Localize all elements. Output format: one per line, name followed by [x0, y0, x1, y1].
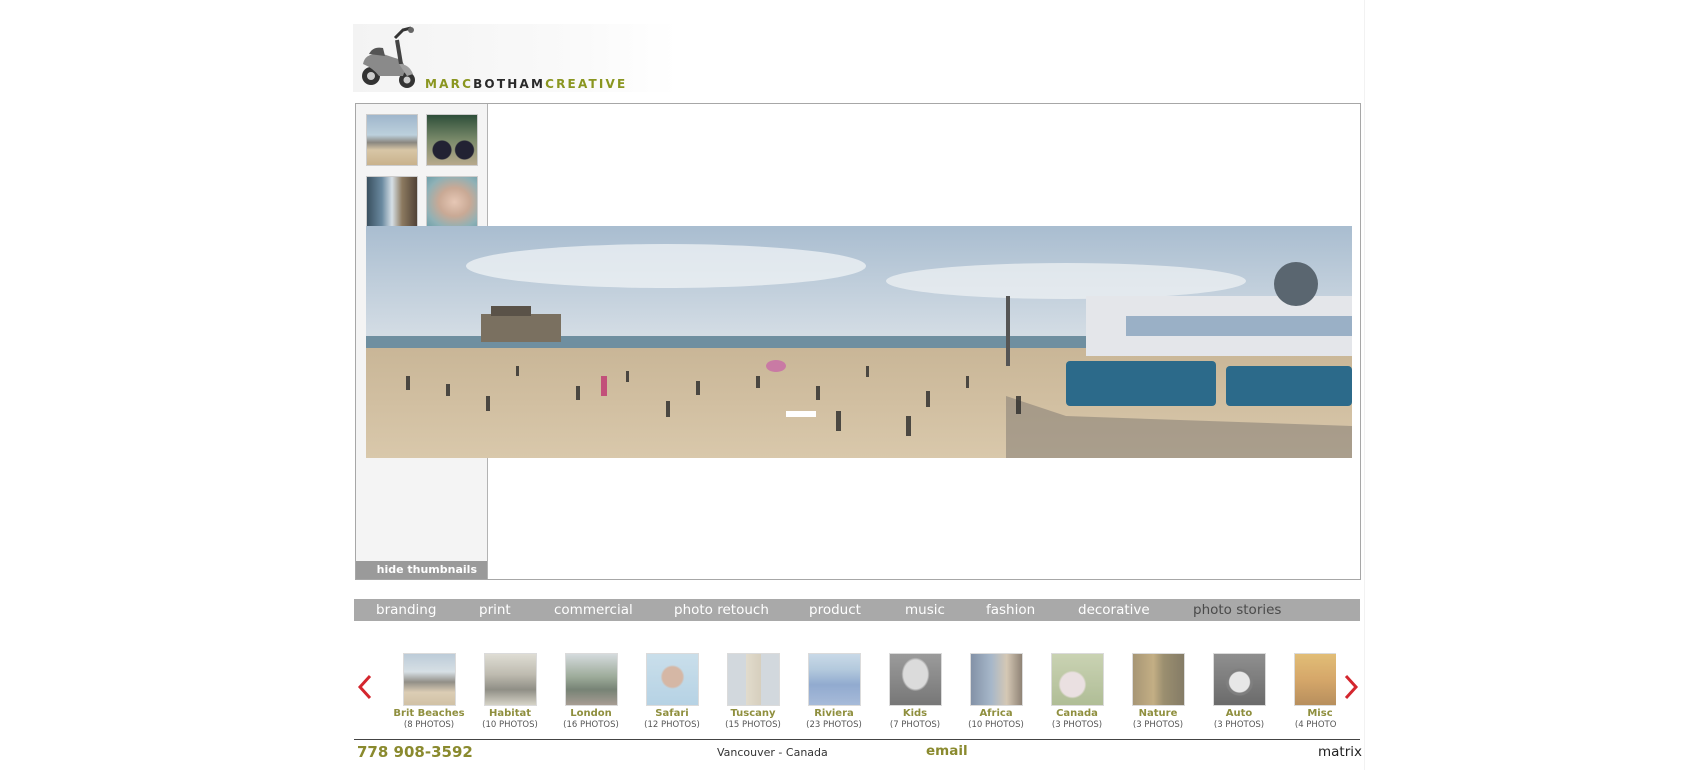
- album-count: (3 PHOTOS): [1132, 720, 1184, 730]
- album-name: London: [570, 708, 612, 719]
- album-thumbnail: [402, 653, 456, 706]
- album-thumbnail: [645, 653, 699, 706]
- logo-word-botham: BOTHAM: [473, 77, 546, 91]
- main-photo: [366, 226, 1352, 458]
- album-thumbnail: [1050, 653, 1104, 706]
- album-thumbnail: [483, 653, 537, 706]
- album-name: Africa: [979, 708, 1013, 719]
- logo-word-marc: MARC: [425, 77, 474, 91]
- album-africa[interactable]: Africa (10 PHOTOS): [955, 653, 1037, 730]
- album-thumbnail: [726, 653, 780, 706]
- album-thumbnail: [1293, 653, 1336, 706]
- album-riviera[interactable]: Riviera (23 PHOTOS): [793, 653, 875, 730]
- album-name: Tuscany: [730, 708, 776, 719]
- location-text: Vancouver - Canada: [717, 746, 828, 759]
- album-thumbnail: [1212, 653, 1266, 706]
- album-thumbnail: [807, 653, 861, 706]
- album-name: Canada: [1056, 708, 1098, 719]
- album-canada[interactable]: Canada (3 PHOTOS): [1036, 653, 1118, 730]
- matrix-link[interactable]: matrix: [1318, 744, 1362, 760]
- footer-divider: [354, 739, 1360, 740]
- logo-word-creative: CREATIVE: [545, 77, 628, 91]
- album-habitat[interactable]: Habitat (10 PHOTOS): [469, 653, 551, 730]
- nav-print[interactable]: print: [479, 599, 511, 621]
- logo-wordmark: MARCBOTHAMCREATIVE: [425, 77, 627, 91]
- album-name: Misc: [1307, 708, 1333, 719]
- category-navbar: branding print commercial photo retouch …: [354, 599, 1360, 621]
- album-count: (10 PHOTOS): [968, 720, 1024, 730]
- album-thumbnail: [969, 653, 1023, 706]
- album-thumbnail: [888, 653, 942, 706]
- album-count: (23 PHOTOS): [806, 720, 862, 730]
- album-name: Riviera: [814, 708, 854, 719]
- album-safari[interactable]: Safari (12 PHOTOS): [631, 653, 713, 730]
- album-count: (12 PHOTOS): [644, 720, 700, 730]
- album-london[interactable]: London (16 PHOTOS): [550, 653, 632, 730]
- album-name: Nature: [1138, 708, 1178, 719]
- thumbnail-3[interactable]: [366, 176, 418, 228]
- album-count: (15 PHOTOS): [725, 720, 781, 730]
- album-auto[interactable]: Auto (3 PHOTOS): [1198, 653, 1280, 730]
- album-tuscany[interactable]: Tuscany (15 PHOTOS): [712, 653, 794, 730]
- album-carousel: Brit Beaches (8 PHOTOS) Habitat (10 PHOT…: [388, 640, 1336, 735]
- album-misc[interactable]: Misc (4 PHOTOS): [1279, 653, 1336, 730]
- album-count: (3 PHOTOS): [1051, 720, 1103, 730]
- scooter-icon: [362, 26, 415, 88]
- phone-number: 778 908-3592: [357, 743, 473, 761]
- album-name: Habitat: [488, 708, 531, 719]
- arrow-right-icon[interactable]: [1340, 672, 1362, 702]
- nav-product[interactable]: product: [809, 599, 861, 621]
- arrow-left-icon[interactable]: [354, 672, 376, 702]
- thumbnail-4[interactable]: [426, 176, 478, 228]
- album-name: Auto: [1225, 708, 1253, 719]
- thumbnail-1[interactable]: [366, 114, 418, 166]
- email-link[interactable]: email: [926, 743, 968, 759]
- album-count: (4 PHOTOS): [1294, 720, 1336, 730]
- album-nature[interactable]: Nature (3 PHOTOS): [1117, 653, 1199, 730]
- album-name: Kids: [902, 708, 928, 719]
- album-count: (16 PHOTOS): [563, 720, 619, 730]
- album-name: Safari: [655, 708, 689, 719]
- album-count: (10 PHOTOS): [482, 720, 538, 730]
- nav-commercial[interactable]: commercial: [554, 599, 633, 621]
- nav-fashion[interactable]: fashion: [986, 599, 1035, 621]
- album-count: (3 PHOTOS): [1213, 720, 1265, 730]
- album-name: Brit Beaches: [393, 708, 465, 719]
- nav-photo-retouch[interactable]: photo retouch: [674, 599, 769, 621]
- album-kids[interactable]: Kids (7 PHOTOS): [874, 653, 956, 730]
- nav-decorative[interactable]: decorative: [1078, 599, 1150, 621]
- album-thumbnail: [1131, 653, 1185, 706]
- hide-thumbnails-button[interactable]: hide thumbnails: [356, 561, 487, 579]
- nav-photo-stories[interactable]: photo stories: [1193, 599, 1281, 621]
- site-logo[interactable]: MARCBOTHAMCREATIVE: [353, 24, 678, 92]
- photo-viewer: hide thumbnails: [355, 103, 1361, 580]
- album-thumbnail: [564, 653, 618, 706]
- thumbnail-2[interactable]: [426, 114, 478, 166]
- nav-branding[interactable]: branding: [376, 599, 436, 621]
- album-count: (7 PHOTOS): [889, 720, 941, 730]
- album-brit-beaches[interactable]: Brit Beaches (8 PHOTOS): [388, 653, 470, 730]
- album-count: (8 PHOTOS): [403, 720, 455, 730]
- nav-music[interactable]: music: [905, 599, 945, 621]
